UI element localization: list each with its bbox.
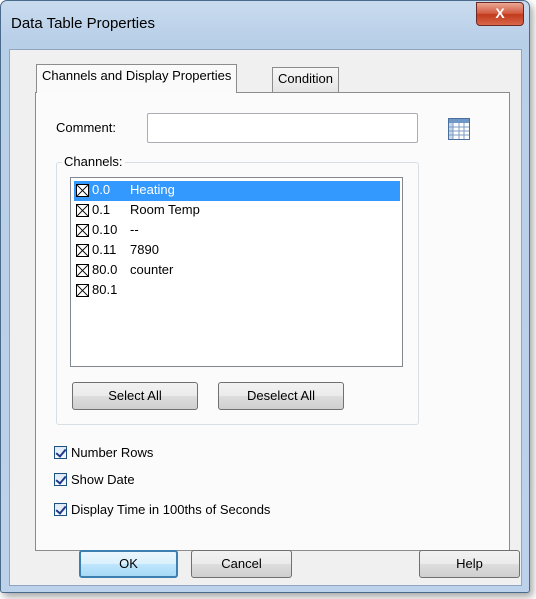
option-label: Show Date bbox=[71, 472, 135, 487]
channels-label: Channels: bbox=[62, 154, 125, 169]
channel-name: Room Temp bbox=[130, 202, 200, 217]
checkbox-checked-icon[interactable] bbox=[76, 184, 89, 197]
option-label: Display Time in 100ths of Seconds bbox=[71, 502, 271, 517]
checkbox-checked-icon[interactable] bbox=[76, 244, 89, 257]
channel-name: counter bbox=[130, 262, 174, 277]
comment-label: Comment: bbox=[56, 120, 116, 135]
checkbox-checked-icon[interactable] bbox=[54, 446, 67, 459]
checkbox-checked-icon[interactable] bbox=[76, 224, 89, 237]
channel-name: -- bbox=[130, 222, 139, 237]
option-label: Number Rows bbox=[71, 445, 154, 460]
channel-id: 80.0 bbox=[92, 262, 118, 277]
checkbox-checked-icon[interactable] bbox=[76, 204, 89, 217]
tab-label: Channels and Display Properties bbox=[42, 68, 232, 83]
channel-id: 0.0 bbox=[92, 182, 111, 197]
list-item[interactable]: 0.10 -- bbox=[74, 221, 400, 241]
deselect-all-button[interactable]: Deselect All bbox=[218, 382, 344, 410]
title-bar[interactable]: Data Table Properties X bbox=[1, 1, 529, 47]
list-item[interactable]: 0.1 Room Temp bbox=[74, 201, 400, 221]
window-title: Data Table Properties bbox=[11, 15, 155, 32]
list-item[interactable]: 0.11 7890 bbox=[74, 241, 400, 261]
checkbox-checked-icon[interactable] bbox=[76, 264, 89, 277]
select-all-button[interactable]: Select All bbox=[72, 382, 198, 410]
close-icon: X bbox=[495, 5, 505, 21]
table-grid-icon[interactable] bbox=[447, 117, 471, 141]
channel-name: Heating bbox=[130, 182, 175, 197]
dialog-window: Data Table Properties X Channels and Dis… bbox=[0, 0, 530, 593]
help-button[interactable]: Help bbox=[419, 550, 520, 578]
checkbox-checked-icon[interactable] bbox=[54, 503, 67, 516]
list-item[interactable]: 80.1 bbox=[74, 281, 400, 301]
channel-id: 0.1 bbox=[92, 202, 111, 217]
comment-input[interactable] bbox=[147, 113, 418, 143]
list-item[interactable]: 80.0 counter bbox=[74, 261, 400, 281]
cancel-button[interactable]: Cancel bbox=[191, 550, 292, 578]
dialog-client-area: Channels and Display Properties Conditio… bbox=[9, 49, 522, 586]
channels-list[interactable]: 0.0 Heating 0.1 Room Temp 0.10 -- 0.11 7… bbox=[70, 177, 403, 367]
list-item[interactable]: 0.0 Heating bbox=[74, 181, 400, 201]
channel-id: 80.1 bbox=[92, 282, 118, 297]
channel-name: 7890 bbox=[130, 242, 159, 257]
close-button[interactable]: X bbox=[476, 2, 524, 26]
tab-label: Condition bbox=[278, 71, 333, 86]
channel-id: 0.11 bbox=[92, 242, 117, 257]
checkbox-checked-icon[interactable] bbox=[54, 473, 67, 486]
checkbox-checked-icon[interactable] bbox=[76, 284, 89, 297]
ok-button[interactable]: OK bbox=[79, 550, 178, 578]
tab-channels-and-display[interactable]: Channels and Display Properties bbox=[36, 64, 238, 93]
tab-condition[interactable]: Condition bbox=[272, 67, 339, 92]
channel-id: 0.10 bbox=[92, 222, 118, 237]
